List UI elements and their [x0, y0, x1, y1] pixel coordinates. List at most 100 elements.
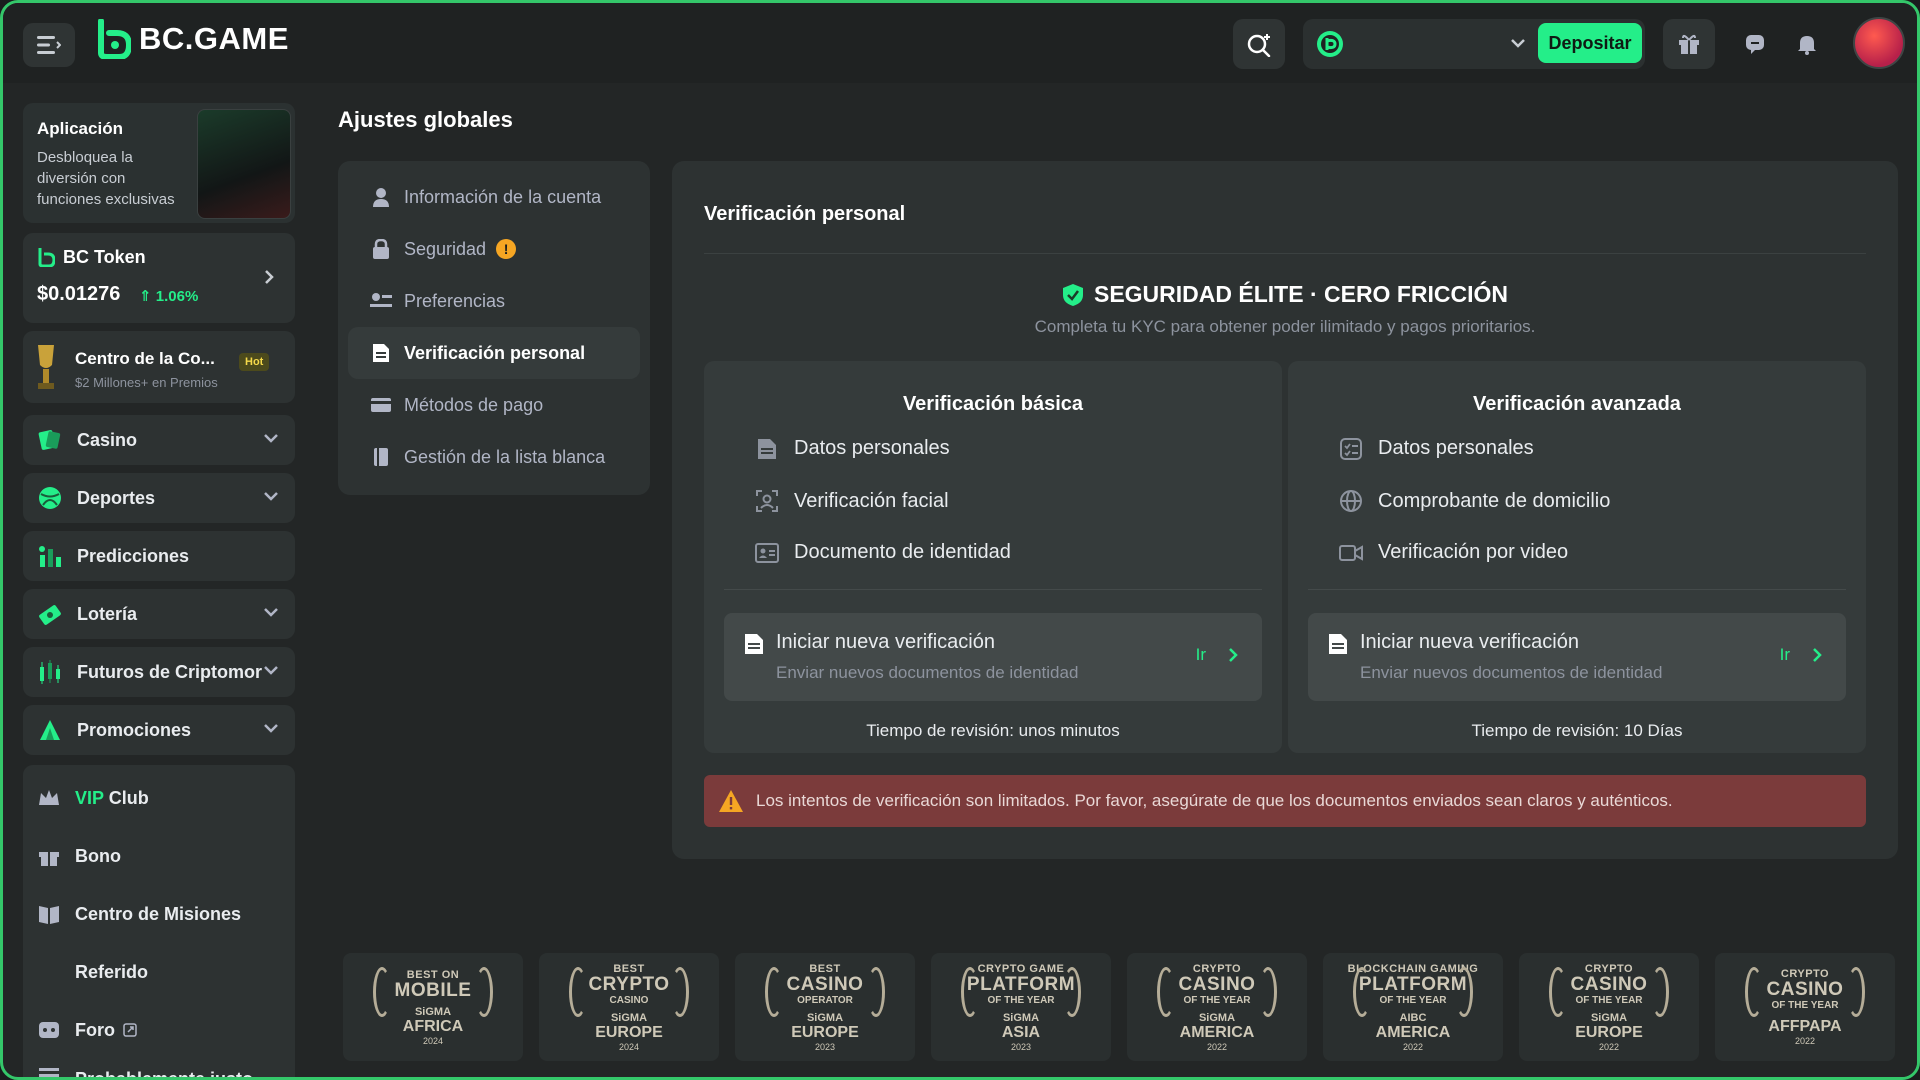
sidebar-item-predictions[interactable]: Predicciones	[23, 531, 295, 581]
competition-sub: $2 Millones+ en Premios	[75, 375, 218, 390]
competition-center-card[interactable]: Centro de la Co... Hot $2 Millones+ en P…	[23, 331, 295, 403]
sidebar-item-bonus[interactable]: Bono	[23, 829, 295, 883]
gift-button[interactable]	[1663, 19, 1715, 69]
user-avatar[interactable]	[1853, 17, 1905, 69]
fair-icon	[39, 1068, 59, 1077]
user-icon	[373, 188, 389, 207]
verification-item-label: Documento de identidad	[794, 541, 1011, 563]
menu-item-label: Gestión de la lista blanca	[404, 446, 606, 467]
sidebar-item-forum[interactable]: Foro	[23, 1003, 295, 1057]
sidebar-item-label: Bono	[75, 845, 121, 866]
sidebar-item-vip-club[interactable]: VIP Club	[23, 771, 295, 825]
award-line1: CRYPTO GAME	[977, 962, 1065, 975]
gift-icon	[39, 852, 59, 866]
sidebar-item-promotions[interactable]: Promociones	[23, 705, 295, 755]
sidebar-item-label: Referido	[75, 961, 149, 982]
basic-start-verification-button[interactable]: Iniciar nueva verificación Enviar nuevos…	[724, 613, 1262, 701]
bc-token-title: BC Token	[63, 247, 146, 267]
panel-title: Verificación personal	[704, 203, 906, 225]
whitelist-icon	[374, 448, 388, 466]
menu-item-payment-methods[interactable]: Métodos de pago	[348, 379, 640, 431]
award-badge: BLOCKCHAIN GAMING PLATFORM OF THE YEAR A…	[1323, 953, 1503, 1061]
award-badge: BEST CASINO OPERATOR SiGMA EUROPE 2023	[735, 953, 915, 1061]
sidebar-item-label: Lotería	[77, 603, 138, 624]
vip-prefix: VIP	[75, 787, 104, 808]
laurel-left-icon	[373, 967, 391, 1017]
globe-icon	[1340, 490, 1362, 512]
award-line2: CASINO	[1766, 979, 1844, 1000]
sidebar-item-provably-fair[interactable]: Probablemente justo	[23, 1057, 295, 1080]
video-icon	[1339, 544, 1363, 561]
award-org: SiGMA	[610, 1011, 648, 1024]
menu-item-personal-verification[interactable]: Verificación personal	[348, 327, 640, 379]
menu-item-preferences[interactable]: Preferencias	[348, 275, 640, 327]
menu-item-security[interactable]: Seguridad !	[348, 223, 640, 275]
currency-icon	[1317, 31, 1343, 57]
verification-item-label: Datos personales	[1378, 437, 1534, 459]
chevron-down-icon[interactable]	[263, 432, 279, 444]
casino-icon	[38, 430, 61, 450]
advanced-item-personal-data: Datos personales	[1338, 437, 1534, 460]
award-line3: OF THE YEAR	[987, 994, 1055, 1006]
award-year: 2022	[1206, 1041, 1228, 1052]
sidebar-item-missions[interactable]: Centro de Misiones	[23, 887, 295, 941]
sidebar-group-secondary: VIP Club Bono Centro de Misiones Referid…	[23, 765, 295, 1080]
go-link[interactable]: Ir	[1196, 645, 1238, 665]
award-line2: PLATFORM	[966, 973, 1076, 995]
laurel-left-icon	[1157, 967, 1175, 1017]
award-year: 2023	[1010, 1041, 1032, 1052]
chevron-down-icon[interactable]	[263, 490, 279, 502]
award-year: 2022	[1598, 1041, 1620, 1052]
hot-badge-label: Hot	[245, 356, 264, 368]
chevron-down-icon[interactable]	[263, 664, 279, 676]
bc-token-change-value: 1.06%	[155, 288, 199, 305]
chat-button[interactable]	[1733, 19, 1777, 69]
award-year: 2024	[618, 1041, 640, 1052]
laurel-right-icon	[1651, 967, 1669, 1017]
award-region: ASIA	[1001, 1023, 1041, 1041]
app-card-title: Aplicación	[37, 119, 123, 138]
menu-item-label: Métodos de pago	[404, 394, 544, 415]
award-year: 2022	[1402, 1041, 1424, 1052]
award-region: AMERICA	[1375, 1023, 1451, 1041]
bc-token-change: ⇑ 1.06%	[139, 287, 198, 305]
menu-item-label: Seguridad	[404, 238, 487, 259]
sidebar-item-label: Probablemente justo	[75, 1068, 254, 1080]
chevron-down-icon[interactable]	[1510, 37, 1526, 49]
menu-item-whitelist[interactable]: Gestión de la lista blanca	[348, 431, 640, 483]
go-link[interactable]: Ir	[1780, 645, 1822, 665]
verification-item-label: Verificación por video	[1378, 541, 1569, 563]
brand-logo[interactable]: BC.GAME	[95, 19, 289, 59]
app-card-desc: Desbloquea la diversión con funciones ex…	[37, 149, 175, 208]
hero-title-text: SEGURIDAD ÉLITE · CERO FRICCIÓN	[1093, 281, 1508, 307]
award-badge: CRYPTO GAME PLATFORM OF THE YEAR SiGMA A…	[931, 953, 1111, 1061]
app-frame: BC.GAME Depositar Aplicación Desbloquea …	[0, 0, 1920, 1080]
laurel-left-icon	[1353, 967, 1371, 1017]
sidebar-item-casino[interactable]: Casino	[23, 415, 295, 465]
award-region: EUROPE	[1575, 1023, 1643, 1041]
lottery-icon	[39, 605, 61, 625]
sidebar-item-crypto-futures[interactable]: Futuros de Criptomor	[23, 647, 295, 697]
sidebar-item-label: Centro de Misiones	[75, 903, 242, 924]
laurel-right-icon	[671, 967, 689, 1017]
search-button[interactable]	[1233, 19, 1285, 69]
menu-toggle-button[interactable]	[23, 23, 75, 67]
laurel-right-icon	[1259, 967, 1277, 1017]
sidebar-item-lottery[interactable]: Lotería	[23, 589, 295, 639]
sidebar-item-referral[interactable]: Referido	[23, 945, 295, 999]
start-verification-title: Iniciar nueva verificación	[776, 631, 995, 653]
app-promo-card[interactable]: Aplicación Desbloquea la diversión con f…	[23, 103, 295, 223]
award-line1: BEST	[613, 962, 645, 975]
bc-token-card[interactable]: BC Token $0.01276 ⇑ 1.06%	[23, 233, 295, 323]
notifications-button[interactable]	[1785, 19, 1829, 69]
advanced-start-verification-button[interactable]: Iniciar nueva verificación Enviar nuevos…	[1308, 613, 1846, 701]
award-org: SiGMA	[414, 1005, 452, 1018]
menu-item-account-info[interactable]: Información de la cuenta	[348, 171, 640, 223]
sidebar-item-sports[interactable]: Deportes	[23, 473, 295, 523]
chevron-down-icon[interactable]	[263, 606, 279, 618]
laurel-left-icon	[961, 967, 979, 1017]
menu-item-label: Información de la cuenta	[404, 186, 602, 207]
deposit-button[interactable]: Depositar	[1538, 23, 1642, 63]
trend-up-icon: ⇑	[139, 288, 152, 305]
chevron-down-icon[interactable]	[263, 722, 279, 734]
